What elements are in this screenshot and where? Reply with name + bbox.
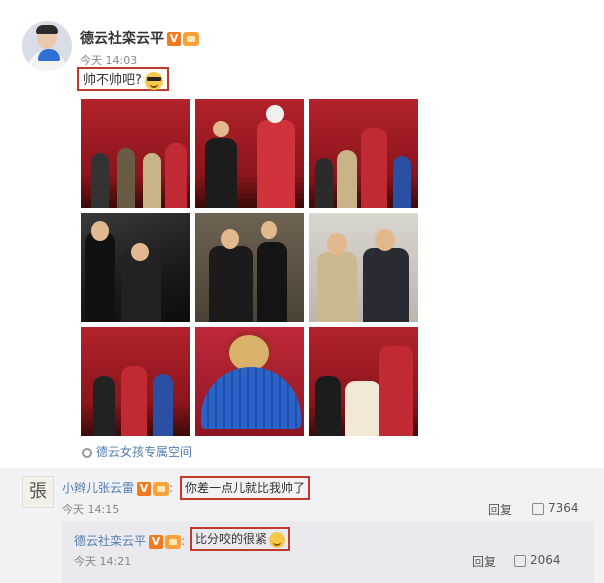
comment-text: 你差一点儿就比我帅了 (180, 476, 311, 500)
photo-1[interactable] (81, 99, 190, 208)
smile-emoji-icon (269, 531, 286, 548)
comment-like-count: 7364 (548, 501, 579, 515)
post-author-label[interactable]: 德云社栾云平 (80, 31, 164, 47)
post-author-avatar[interactable] (22, 21, 72, 71)
photo-9[interactable] (309, 327, 418, 436)
reply-like-count: 2064 (530, 553, 561, 567)
photo-4[interactable] (81, 213, 190, 322)
photo-2[interactable] (195, 99, 304, 208)
source-icon (82, 447, 92, 458)
reply-author-label[interactable]: 德云社栾云平 (74, 534, 146, 548)
comment-author-name[interactable]: 小辫儿张云雷 V: (62, 479, 173, 496)
post-text: 帅不帅吧? (77, 67, 169, 91)
photo-8[interactable] (195, 327, 304, 436)
photo-7[interactable] (81, 327, 190, 436)
vip-crown-icon (153, 481, 170, 496)
verified-icon: V (167, 32, 181, 46)
source-label[interactable]: 德云女孩专属空间 (96, 445, 192, 459)
sunglasses-emoji-icon (144, 71, 163, 90)
post-text-label: 帅不帅吧? (83, 73, 142, 88)
source-link[interactable]: 德云女孩专属空间 (82, 443, 192, 460)
comment-reply-button[interactable]: 回复 (488, 501, 512, 518)
comment-time: 今天 14:15 (62, 503, 120, 516)
vip-crown-icon (165, 534, 182, 549)
reply-time: 今天 14:21 (74, 555, 132, 568)
reply-section (62, 521, 594, 583)
reply-reply-button[interactable]: 回复 (472, 553, 496, 570)
post-author-name[interactable]: 德云社栾云平 V (80, 28, 199, 48)
photo-3[interactable] (309, 99, 418, 208)
thumbs-up-icon (514, 554, 526, 567)
reply-author-name[interactable]: 德云社栾云平 V: (74, 532, 185, 549)
comment-like-button[interactable]: 7364 (532, 501, 579, 515)
reply-like-button[interactable]: 2064 (514, 553, 561, 567)
verified-icon: V (137, 481, 152, 496)
thumbs-up-icon (532, 502, 544, 515)
photo-5[interactable] (195, 213, 304, 322)
comment-author-label[interactable]: 小辫儿张云雷 (62, 481, 134, 495)
verified-icon: V (149, 534, 164, 549)
reply-text: 比分咬的很紧 (190, 527, 291, 551)
vip-crown-icon (183, 32, 199, 46)
reply-text-label: 比分咬的很紧 (195, 532, 268, 546)
post-time: 今天 14:03 (80, 54, 138, 67)
photo-6[interactable] (309, 213, 418, 322)
comment-author-avatar[interactable]: 張 (22, 476, 54, 508)
